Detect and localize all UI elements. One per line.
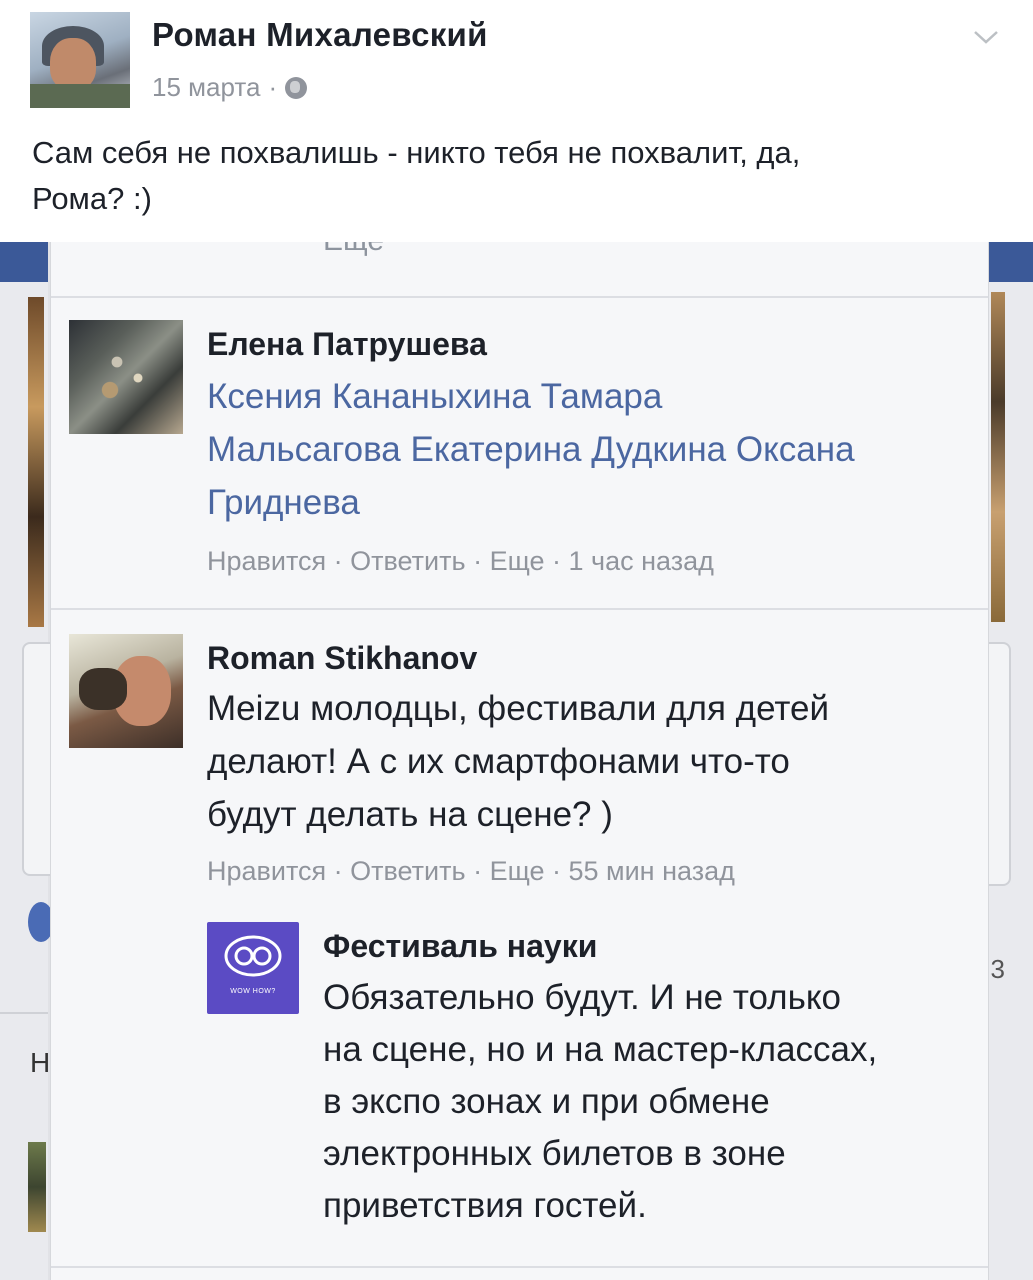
background-letter-left: Н: [30, 1047, 51, 1078]
tagged-users-line[interactable]: Мальсагова Екатерина Дудкина Оксана: [207, 423, 855, 476]
comment-text: Meizu молодцы, фестивали для детей делаю…: [207, 682, 829, 841]
tagged-users-line[interactable]: Гриднева: [207, 476, 855, 529]
reply-link[interactable]: Ответить: [350, 546, 465, 576]
comment-text-line: приветствия гостей.: [323, 1186, 647, 1225]
background-photo-left: [28, 297, 44, 627]
meta-separator: ·: [268, 72, 278, 102]
comment-text-line: в экспо зонах и при обмене: [323, 1082, 770, 1121]
post-meta: 15 марта ·: [152, 72, 308, 103]
author-name[interactable]: Роман Михалевский: [152, 16, 488, 54]
comment-text-line: делают! А с их смартфонами что-то: [207, 742, 790, 781]
post-text-line: Рома? :): [32, 181, 152, 216]
comment-divider: [51, 296, 988, 298]
action-separator: ·: [326, 856, 351, 886]
globe-icon[interactable]: [285, 76, 308, 99]
action-separator: ·: [465, 856, 490, 886]
comment-text: Ксения Кананыхина Тамара Мальсагова Екат…: [207, 370, 855, 529]
festival-logo[interactable]: WOW HOW?: [207, 922, 299, 1014]
like-link[interactable]: Нравится: [207, 856, 326, 886]
logo-caption: WOW HOW?: [230, 988, 276, 995]
commenter-name[interactable]: Roman Stikhanov: [207, 640, 477, 677]
chevron-down-icon[interactable]: [971, 22, 1001, 52]
action-separator: ·: [326, 546, 351, 576]
comment-text: Обязательно будут. И не только на сцене,…: [323, 972, 877, 1232]
author-avatar[interactable]: [30, 12, 130, 108]
more-link[interactable]: Еще: [490, 856, 545, 886]
avatar-suit: [30, 84, 130, 108]
comment-actions: Нравится · Ответить · Еще · 55 мин назад: [207, 856, 735, 887]
comment-text-line: будут делать на сцене? ): [207, 795, 613, 834]
eyes-logo-icon: [224, 935, 282, 977]
tagged-users-line[interactable]: Ксения Кананыхина Тамара: [207, 370, 855, 423]
like-link[interactable]: Нравится: [207, 546, 326, 576]
action-separator: ·: [465, 546, 490, 576]
background-divider: [0, 1012, 48, 1014]
comment-time[interactable]: 55 мин назад: [569, 856, 735, 886]
commenter-avatar[interactable]: [69, 320, 183, 434]
background-card-left: [22, 642, 50, 876]
commenter-name[interactable]: Фестиваль науки: [323, 928, 597, 965]
comment-divider: [51, 1266, 988, 1268]
comment-text-line: на сцене, но и на мастер-классах,: [323, 1030, 878, 1069]
background-thumbnail: [28, 1142, 46, 1232]
comment-text-line: Обязательно будут. И не только: [323, 978, 842, 1017]
comment-time[interactable]: 1 час назад: [569, 546, 714, 576]
post-card: Роман Михалевский 15 марта · Сам себя не…: [0, 0, 1033, 242]
commenter-name[interactable]: Елена Патрушева: [207, 326, 487, 363]
navbar-fragment-left: [0, 242, 48, 282]
navbar-fragment-right: [987, 242, 1033, 282]
embedded-screenshot: Н 3 Еще Елена Патрушева Ксения Кананыхин…: [0, 242, 1033, 1280]
post-date[interactable]: 15 марта: [152, 72, 260, 103]
reply-link[interactable]: Ответить: [350, 856, 465, 886]
action-separator: ·: [544, 546, 569, 576]
comment-text-line: электронных билетов в зоне: [323, 1134, 786, 1173]
comment-actions: Нравится · Ответить · Еще · 1 час назад: [207, 546, 714, 577]
background-letter-right: 3: [990, 954, 1005, 984]
action-separator: ·: [544, 856, 569, 886]
comments-panel: Еще Елена Патрушева Ксения Кананыхина Та…: [50, 242, 989, 1280]
commenter-avatar[interactable]: [69, 634, 183, 748]
post-text: Сам себя не похвалишь - никто тебя не по…: [32, 130, 992, 222]
more-link-partial[interactable]: Еще: [323, 242, 384, 258]
comment-text-line: Meizu молодцы, фестивали для детей: [207, 689, 830, 728]
post-text-line: Сам себя не похвалишь - никто тебя не по…: [32, 135, 801, 170]
more-link[interactable]: Еще: [490, 546, 545, 576]
comment-divider: [51, 608, 988, 610]
background-photo-right: [991, 292, 1005, 622]
avatar-face: [50, 38, 96, 90]
